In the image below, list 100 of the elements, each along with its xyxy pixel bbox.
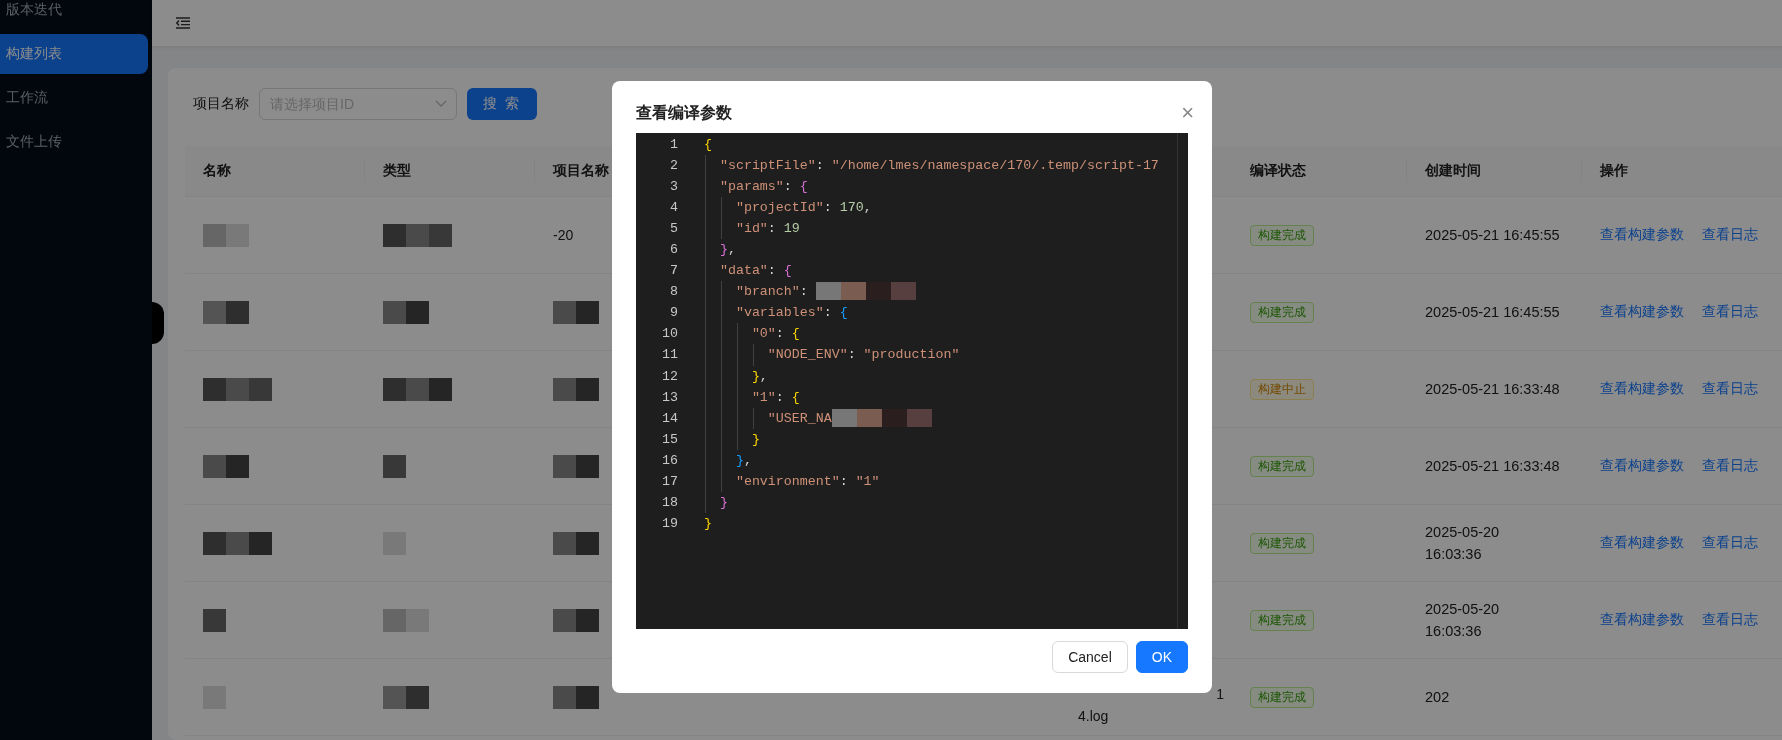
pixelated-block xyxy=(553,531,599,555)
action-link[interactable]: 查看构建参数 xyxy=(1600,534,1684,552)
action-link[interactable]: 查看日志 xyxy=(1702,534,1758,552)
line-number: 12 xyxy=(661,367,678,386)
line-number: 16 xyxy=(661,451,678,470)
code-line: "scriptFile": "/home/lmes/namespace/170/.temp/script-17 xyxy=(718,157,1159,176)
line-number: 7 xyxy=(669,262,678,281)
collapse-handle[interactable] xyxy=(152,302,164,344)
code-line: "variables": { xyxy=(734,304,848,323)
cancel-button[interactable]: Cancel xyxy=(1052,641,1128,673)
sidebar-item[interactable]: 工作流 xyxy=(0,78,148,118)
code-line: }, xyxy=(734,451,752,470)
line-number: 5 xyxy=(669,220,678,239)
code-line: } xyxy=(750,430,760,449)
line-number: 8 xyxy=(669,283,678,302)
column-header: 编译状态 xyxy=(1250,162,1306,180)
line-number: 4 xyxy=(669,199,678,218)
code-line: } xyxy=(704,514,712,533)
pixelated-block xyxy=(383,685,429,709)
created-time: 2025-05-21 16:33:48 xyxy=(1425,380,1560,399)
code-line: { xyxy=(704,136,712,154)
line-number: 10 xyxy=(661,325,678,344)
pixelated-block xyxy=(383,608,429,632)
code-line: "USER_NA xyxy=(704,407,932,429)
pixelated-block xyxy=(203,454,249,478)
chevron-down-icon xyxy=(435,100,447,108)
sidebar-item[interactable]: 版本迭代 xyxy=(0,0,148,30)
sidebar-item[interactable]: 构建列表 xyxy=(0,34,148,74)
status-tag: 构建完成 xyxy=(1250,224,1314,246)
code-line: }, xyxy=(750,367,768,386)
status-tag: 构建完成 xyxy=(1250,532,1314,554)
close-button[interactable]: × xyxy=(1181,103,1194,123)
project-cell: -20 xyxy=(553,227,574,243)
action-link[interactable]: 查看日志 xyxy=(1702,303,1758,321)
column-header: 创建时间 xyxy=(1425,162,1481,180)
line-number: 19 xyxy=(661,514,678,533)
action-link[interactable]: 查看构建参数 xyxy=(1600,380,1684,398)
action-link[interactable]: 查看构建参数 xyxy=(1600,611,1684,629)
file-name-text: 4.log xyxy=(1078,707,1110,726)
code-line: "environment": "1" xyxy=(734,472,880,491)
file-name-text: 1 xyxy=(1216,685,1224,704)
line-number: 18 xyxy=(661,493,678,512)
sidebar-item[interactable]: 文件上传 xyxy=(0,122,148,162)
action-link[interactable]: 查看日志 xyxy=(1702,226,1758,244)
pixelated-block xyxy=(553,377,599,401)
created-time: 2025-05-20 16:03:36 xyxy=(1425,523,1500,564)
pixelated-block xyxy=(203,223,249,247)
pixelated-block xyxy=(383,377,452,401)
action-link[interactable]: 查看构建参数 xyxy=(1600,303,1684,321)
line-number: 15 xyxy=(661,430,678,449)
column-header: 操作 xyxy=(1600,162,1628,180)
status-tag: 构建完成 xyxy=(1250,455,1314,477)
code-line: "params": { xyxy=(718,178,808,197)
created-time: 2025-05-20 16:03:36 xyxy=(1425,600,1500,641)
action-link[interactable]: 查看日志 xyxy=(1702,380,1758,398)
code-line: "1": { xyxy=(750,388,800,407)
column-header: 类型 xyxy=(383,162,411,180)
line-number: 11 xyxy=(661,346,678,365)
line-number: 2 xyxy=(669,157,678,176)
created-time: 2025-05-21 16:45:55 xyxy=(1425,226,1560,245)
status-tag: 构建完成 xyxy=(1250,686,1314,708)
status-tag: 构建完成 xyxy=(1250,301,1314,323)
created-time: 2025-05-21 16:45:55 xyxy=(1425,303,1560,322)
pixelated-block xyxy=(383,454,406,478)
code-line: "id": 19 xyxy=(734,220,800,239)
code-line: "NODE_ENV": "production" xyxy=(766,346,960,365)
line-number: 13 xyxy=(661,388,678,407)
pixelated-block xyxy=(203,377,272,401)
code-line: "0": { xyxy=(750,325,800,344)
ok-button[interactable]: OK xyxy=(1135,641,1188,673)
column-header: 名称 xyxy=(203,162,231,180)
action-link[interactable]: 查看构建参数 xyxy=(1600,226,1684,244)
line-number: 1 xyxy=(669,136,678,154)
action-link[interactable]: 查看构建参数 xyxy=(1600,457,1684,475)
created-time: 2025-05-21 16:33:48 xyxy=(1425,457,1560,476)
code-line: "branch": xyxy=(704,281,916,303)
line-number: 6 xyxy=(669,241,678,260)
column-header: 项目名称 xyxy=(553,162,609,180)
pixelated-block xyxy=(553,608,599,632)
action-link[interactable]: 查看日志 xyxy=(1702,611,1758,629)
pixelated-block xyxy=(553,454,599,478)
search-button[interactable]: 搜 索 xyxy=(467,88,537,120)
code-line: "data": { xyxy=(718,262,792,281)
status-tag: 构建中止 xyxy=(1250,378,1314,400)
menu-fold-icon[interactable] xyxy=(176,17,190,29)
status-tag: 构建完成 xyxy=(1250,609,1314,631)
code-line: "projectId": 170, xyxy=(734,199,872,218)
code-line: }, xyxy=(718,241,736,260)
action-link[interactable]: 查看日志 xyxy=(1702,457,1758,475)
line-number: 17 xyxy=(661,472,678,491)
pixelated-block xyxy=(383,223,452,247)
pixelated-block xyxy=(383,300,429,324)
line-number: 3 xyxy=(669,178,678,197)
field-label: 项目名称 xyxy=(193,95,249,113)
code-line: } xyxy=(718,493,728,512)
pixelated-block xyxy=(553,300,599,324)
pixelated-block xyxy=(553,685,599,709)
created-time: 202 xyxy=(1425,688,1450,707)
pixelated-block xyxy=(203,608,226,632)
line-number: 9 xyxy=(669,304,678,323)
